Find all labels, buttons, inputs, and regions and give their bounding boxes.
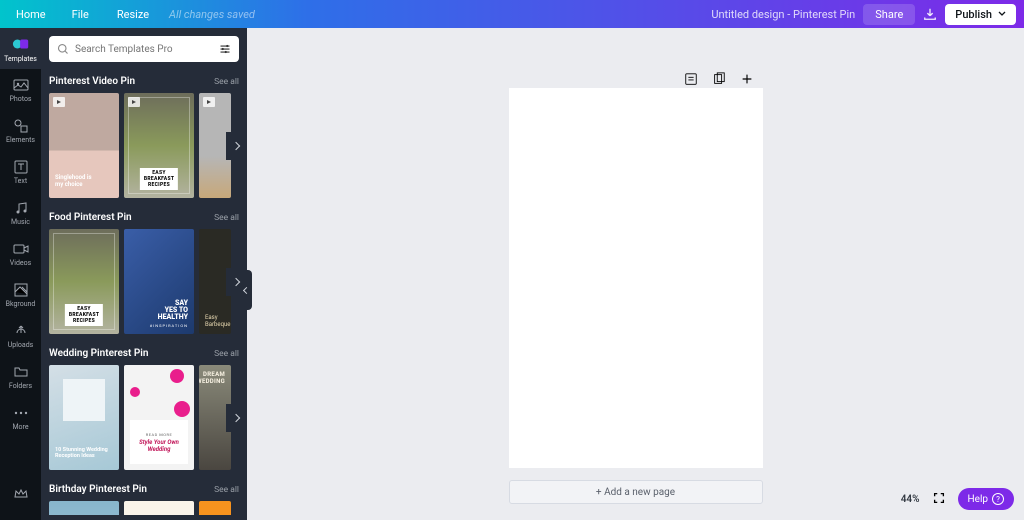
home-label: Home: [16, 8, 46, 21]
notes-icon[interactable]: [684, 72, 698, 86]
template-card[interactable]: EASY BREAKFAST RECIPES: [124, 93, 194, 198]
upgrade-button[interactable]: [13, 486, 29, 506]
collapse-panel-button[interactable]: [241, 270, 252, 310]
document-title[interactable]: Untitled design - Pinterest Pin: [711, 8, 855, 21]
section-title: Food Pinterest Pin: [49, 212, 132, 223]
share-button[interactable]: Share: [863, 4, 915, 25]
publish-button[interactable]: Publish: [945, 4, 1016, 25]
file-menu[interactable]: File: [58, 8, 103, 21]
template-row: Singlehood ismy choice EASY BREAKFAST RE…: [49, 93, 239, 198]
more-icon: [13, 405, 29, 421]
help-button[interactable]: Help ?: [958, 488, 1014, 510]
zoom-level[interactable]: 44%: [901, 494, 920, 505]
see-all-link[interactable]: See all: [214, 213, 239, 223]
scroll-right-button[interactable]: [226, 132, 246, 160]
template-row: [49, 501, 239, 515]
footer-controls: 44% Help ?: [901, 488, 1014, 510]
rail-videos[interactable]: Videos: [0, 233, 41, 274]
template-card[interactable]: EASY BREAKFAST RECIPES: [49, 229, 119, 334]
design-page[interactable]: [509, 88, 763, 468]
elements-icon: [13, 118, 29, 134]
search-box[interactable]: [49, 36, 239, 62]
page-tools: [684, 72, 754, 86]
left-rail: Templates Photos Elements Text Music Vid…: [0, 28, 41, 520]
search-icon: [57, 43, 69, 55]
video-badge-icon: [53, 97, 65, 107]
canvas-stage: + Add a new page: [247, 28, 1024, 520]
rail-text[interactable]: Text: [0, 151, 41, 192]
autosave-status: All changes saved: [169, 8, 255, 21]
section-title: Birthday Pinterest Pin: [49, 484, 147, 495]
folders-icon: [13, 364, 29, 380]
template-row: 10 Stunning WeddingReception Ideas READ …: [49, 365, 239, 470]
photos-icon: [13, 77, 29, 93]
download-icon[interactable]: [923, 7, 937, 21]
search-input[interactable]: [75, 44, 219, 55]
scroll-right-button[interactable]: [226, 404, 246, 432]
music-icon: [13, 200, 29, 216]
home-button[interactable]: Home: [0, 8, 58, 21]
text-icon: [13, 159, 29, 175]
background-icon: [13, 282, 29, 298]
template-row: EASY BREAKFAST RECIPES SAYYES TOHEALTHY …: [49, 229, 239, 334]
rail-more[interactable]: More: [0, 397, 41, 438]
resize-menu[interactable]: Resize: [103, 8, 163, 21]
template-card[interactable]: 10 Stunning WeddingReception Ideas: [49, 365, 119, 470]
rail-templates[interactable]: Templates: [0, 28, 41, 69]
see-all-link[interactable]: See all: [214, 485, 239, 495]
section-title: Wedding Pinterest Pin: [49, 348, 148, 359]
filter-icon[interactable]: [219, 43, 231, 55]
template-card[interactable]: Singlehood ismy choice: [49, 93, 119, 198]
uploads-icon: [13, 323, 29, 339]
rail-photos[interactable]: Photos: [0, 69, 41, 110]
rail-folders[interactable]: Folders: [0, 356, 41, 397]
template-card[interactable]: READ MORE Style Your OwnWedding: [124, 365, 194, 470]
see-all-link[interactable]: See all: [214, 77, 239, 87]
chevron-down-icon: [998, 10, 1006, 18]
videos-icon: [13, 241, 29, 257]
rail-elements[interactable]: Elements: [0, 110, 41, 151]
add-page-button[interactable]: + Add a new page: [509, 480, 763, 504]
top-bar: Home File Resize All changes saved Untit…: [0, 0, 1024, 28]
template-card[interactable]: [199, 501, 231, 515]
see-all-link[interactable]: See all: [214, 349, 239, 359]
templates-icon: [12, 35, 30, 53]
templates-panel: Pinterest Video Pin See all Singlehood i…: [41, 28, 247, 520]
crown-icon: [13, 486, 29, 502]
fullscreen-button[interactable]: [932, 490, 946, 509]
section-title: Pinterest Video Pin: [49, 76, 135, 87]
template-card[interactable]: [49, 501, 119, 515]
help-icon: ?: [992, 493, 1004, 505]
template-card[interactable]: SAYYES TOHEALTHY #INSPIRATION: [124, 229, 194, 334]
video-badge-icon: [203, 97, 215, 107]
rail-music[interactable]: Music: [0, 192, 41, 233]
template-card[interactable]: [124, 501, 194, 515]
rail-background[interactable]: Bkground: [0, 274, 41, 315]
duplicate-page-icon[interactable]: [712, 72, 726, 86]
add-page-icon[interactable]: [740, 72, 754, 86]
rail-uploads[interactable]: Uploads: [0, 315, 41, 356]
